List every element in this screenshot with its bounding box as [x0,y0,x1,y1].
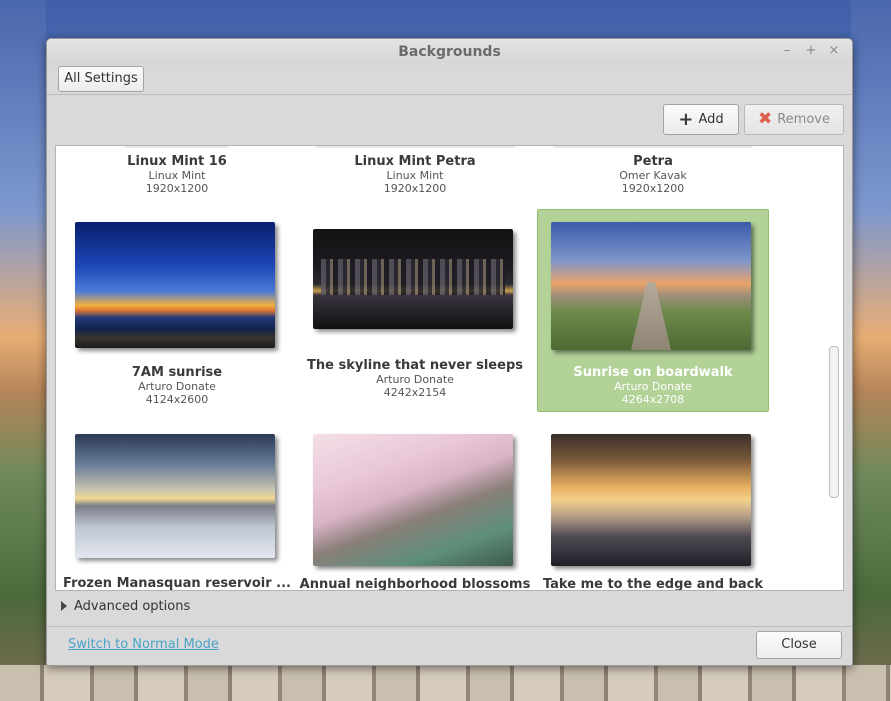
background-resolution: 1920x1200 [621,182,685,195]
background-name: The skyline that never sleeps [307,358,523,373]
thumbnail-edge [315,146,515,148]
background-name: 7AM sunrise [131,365,223,380]
desktop-background-boardwalk [0,665,891,701]
advanced-options-expander[interactable]: Advanced options [61,599,190,614]
toolbar-divider [47,94,852,95]
remove-button[interactable]: ✖ Remove [744,104,844,135]
skyline-thumbnail [313,229,513,329]
background-resolution: 4264x2708 [621,393,685,406]
background-item[interactable]: Frozen Manasquan reservoir ... [61,421,293,591]
desktop-background-right [851,0,891,701]
background-author: Linux Mint [386,169,444,182]
background-item[interactable]: Petra Omer Kavak 1920x1200 [537,146,769,198]
boardwalk-thumbnail [551,222,751,350]
close-icon[interactable]: × [827,43,841,59]
background-item[interactable]: Linux Mint 16 Linux Mint 1920x1200 [61,146,293,198]
plus-icon: + [678,109,694,130]
skyline-buildings [321,259,505,295]
edge-and-back-thumbnail [551,434,751,566]
thumbnail-edge [125,146,229,148]
background-resolution: 4242x2154 [383,386,447,399]
background-author: Omer Kavak [619,169,687,182]
backgrounds-window: Backgrounds – + × All Settings + Add ✖ Rem… [46,38,853,666]
switch-to-normal-mode-link[interactable]: Switch to Normal Mode [68,637,219,652]
background-author: Arturo Donate [376,373,454,386]
background-item-selected[interactable]: Sunrise on boardwalk Arturo Donate 4264x… [537,209,769,412]
background-resolution: 1920x1200 [383,182,447,195]
desktop-background-left [0,0,46,701]
background-author: Arturo Donate [138,380,216,393]
all-settings-button[interactable]: All Settings [58,66,144,92]
background-item[interactable]: Annual neighborhood blossoms [299,421,531,591]
background-name: Petra [633,154,673,169]
background-item[interactable]: 7AM sunrise Arturo Donate 4124x2600 [61,209,293,411]
background-author: Linux Mint [148,169,206,182]
background-name: Take me to the edge and back [542,577,764,591]
background-item[interactable]: Linux Mint Petra Linux Mint 1920x1200 [299,146,531,198]
advanced-options-label: Advanced options [74,599,191,614]
expander-triangle-icon [61,601,67,611]
remove-x-icon: ✖ [757,109,773,129]
backgrounds-gallery[interactable]: Linux Mint 16 Linux Mint 1920x1200 Linux… [55,145,844,591]
background-name: Linux Mint 16 [127,154,227,169]
frozen-reservoir-thumbnail [75,434,275,558]
title-bar[interactable]: Backgrounds – + × [47,39,852,65]
7am-sunrise-thumbnail [75,222,275,348]
background-name: Linux Mint Petra [354,154,476,169]
background-author: Arturo Donate [614,380,692,393]
blossoms-thumbnail [313,434,513,566]
background-item[interactable]: The skyline that never sleeps Arturo Don… [299,209,531,411]
remove-button-label: Remove [777,112,830,127]
boardwalk-path [631,282,671,350]
background-name: Annual neighborhood blossoms [299,577,531,591]
thumbnail-edge [553,146,753,148]
add-button[interactable]: + Add [663,104,739,135]
background-item[interactable]: Take me to the edge and back [537,421,769,591]
add-button-label: Add [698,112,724,127]
minimize-icon[interactable]: – [780,43,794,59]
background-resolution: 4124x2600 [145,393,209,406]
background-resolution: 1920x1200 [145,182,209,195]
background-name: Frozen Manasquan reservoir ... [63,576,291,591]
window-title: Backgrounds [398,44,501,60]
close-button[interactable]: Close [756,631,842,659]
gallery-scrollbar[interactable] [829,346,839,498]
background-name: Sunrise on boardwalk [573,365,733,380]
maximize-icon[interactable]: + [804,43,818,59]
footer-divider [47,626,852,627]
